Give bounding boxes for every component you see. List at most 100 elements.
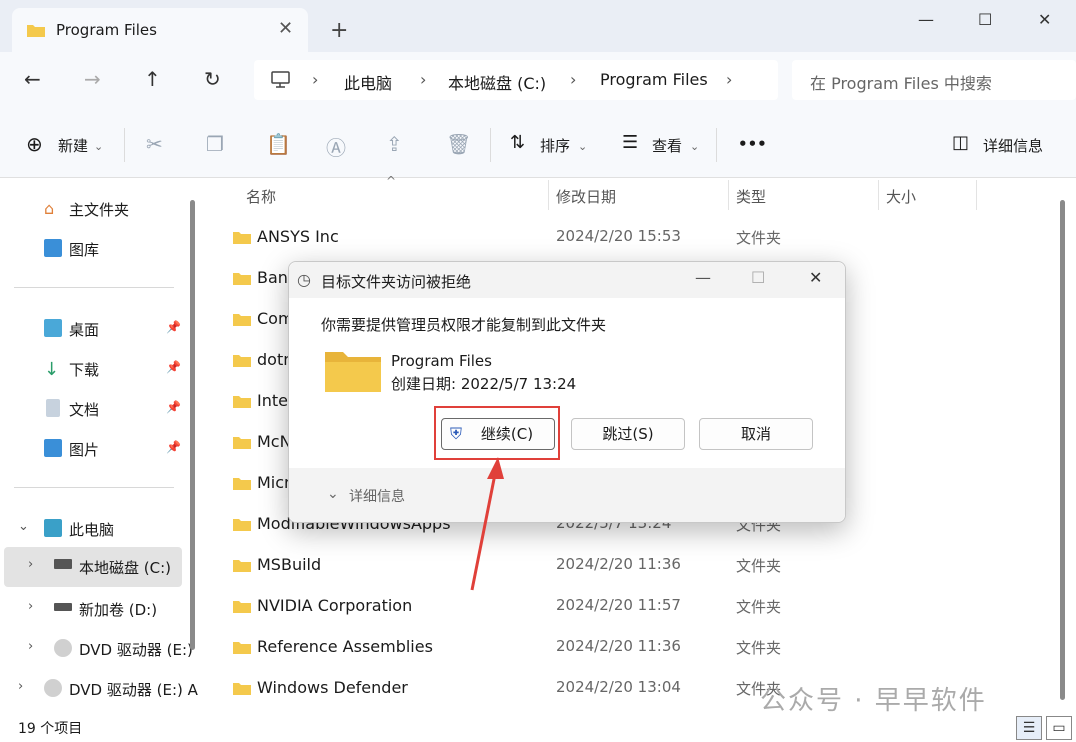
folder-icon (233, 232, 251, 244)
share-icon[interactable]: ⇪ (386, 132, 403, 156)
tab-title: Program Files (56, 21, 157, 39)
breadcrumb-program-files[interactable]: Program Files (600, 70, 708, 89)
table-row[interactable]: NVIDIA Corporation 2024/2/20 11:57 文件夹 (206, 586, 1046, 626)
new-button[interactable]: 新建 (58, 135, 88, 156)
chevron-right-icon[interactable]: › (28, 599, 33, 614)
file-list-scrollbar[interactable] (1060, 200, 1065, 700)
file-date: 2024/2/20 15:53 (556, 227, 681, 245)
up-icon[interactable]: ↑ (144, 67, 161, 91)
item-count: 19 个项目 (18, 721, 83, 737)
chevron-right-icon[interactable]: › (726, 70, 732, 89)
new-tab-button[interactable]: + (330, 18, 348, 43)
sort-button[interactable]: 排序 (540, 135, 570, 156)
pin-icon[interactable]: 📌 (166, 400, 181, 414)
sidebar-item-home[interactable]: ⌂ 主文件夹 (0, 191, 186, 227)
skip-button[interactable]: 跳过(S) (571, 418, 685, 450)
pin-icon[interactable]: 📌 (166, 360, 181, 374)
details-toggle[interactable]: 详细信息 (349, 486, 405, 506)
home-icon: ⌂ (44, 199, 55, 218)
chevron-right-icon[interactable]: › (28, 557, 33, 572)
table-row[interactable]: MSBuild 2024/2/20 11:36 文件夹 (206, 545, 1046, 585)
sidebar-item-documents[interactable]: 文档 📌 (0, 391, 186, 427)
cut-icon[interactable]: ✂ (146, 132, 163, 156)
divider (124, 128, 125, 162)
pin-icon[interactable]: 📌 (166, 440, 181, 454)
column-header-size[interactable]: 大小 (886, 186, 916, 207)
highlight-box (434, 406, 560, 460)
column-divider[interactable] (976, 180, 977, 210)
sidebar-item-desktop[interactable]: 桌面 📌 (0, 311, 186, 347)
column-divider[interactable] (878, 180, 879, 210)
file-name: Reference Assemblies (257, 637, 433, 656)
view-button[interactable]: 查看 (652, 135, 682, 156)
new-icon[interactable]: ⊕ (26, 132, 43, 156)
sidebar-item-local-disk[interactable]: › 本地磁盘 (C:) (4, 547, 182, 587)
details-button[interactable]: 详细信息 (983, 135, 1043, 156)
command-bar: ⊕ 新建 ⌄ ✂ ❐ 📋 Ⓐ ⇪ 🗑 ⇅ 排序 ⌄ ☰ 查看 ⌄ ••• ◫ 详… (0, 110, 1076, 178)
address-bar[interactable]: › 此电脑 › 本地磁盘 (C:) › Program Files › (254, 60, 778, 100)
sidebar-item-dvd-drive[interactable]: › DVD 驱动器 (E:) (0, 631, 193, 667)
breadcrumb-this-pc[interactable]: 此电脑 (344, 70, 392, 94)
sidebar-item-label: DVD 驱动器 (E:) A (69, 681, 198, 699)
column-divider[interactable] (548, 180, 549, 210)
sidebar-item-gallery[interactable]: 图库 (0, 231, 186, 267)
rename-icon[interactable]: Ⓐ (326, 132, 346, 161)
dialog-header: ◷ 目标文件夹访问被拒绝 — ☐ ✕ (289, 262, 845, 298)
minimize-icon[interactable]: — (695, 268, 711, 287)
maximize-button[interactable]: ☐ (978, 10, 992, 29)
chevron-down-icon[interactable]: ⌄ (18, 519, 29, 534)
maximize-icon[interactable]: ☐ (751, 268, 765, 287)
table-row[interactable]: Reference Assemblies 2024/2/20 11:36 文件夹 (206, 627, 1046, 667)
sort-icon[interactable]: ⇅ (510, 132, 525, 153)
paste-icon[interactable]: 📋 (266, 132, 291, 156)
tab-program-files[interactable]: Program Files ✕ (12, 8, 308, 52)
breadcrumb-local-disk[interactable]: 本地磁盘 (C:) (448, 70, 546, 94)
chevron-right-icon: › (420, 70, 427, 89)
chevron-right-icon[interactable]: › (18, 679, 23, 694)
sidebar-item-dvd-drive-2[interactable]: › DVD 驱动器 (E:) A (0, 671, 198, 707)
refresh-icon[interactable]: ↻ (204, 67, 221, 91)
details-pane-icon[interactable]: ◫ (952, 132, 969, 153)
chevron-right-icon[interactable]: › (28, 639, 33, 654)
search-input[interactable]: 在 Program Files 中搜索 (792, 60, 1076, 100)
divider (490, 128, 491, 162)
divider (14, 487, 174, 488)
column-header-name[interactable]: 名称 (246, 186, 276, 207)
pin-icon[interactable]: 📌 (166, 320, 181, 334)
details-view-icon[interactable]: ☰ (1016, 716, 1042, 740)
column-header-type[interactable]: 类型 (736, 186, 766, 207)
gallery-icon (44, 239, 62, 257)
tab-close-icon[interactable]: ✕ (278, 18, 293, 39)
sidebar-scrollbar[interactable] (190, 200, 195, 650)
clock-icon: ◷ (297, 270, 311, 289)
sidebar-item-label: 文档 (69, 401, 100, 419)
sidebar-item-label: 桌面 (69, 321, 100, 339)
column-divider[interactable] (728, 180, 729, 210)
forward-icon[interactable]: → (84, 67, 101, 91)
file-name: Windows Defender (257, 678, 408, 697)
sidebar-item-label: 图库 (69, 241, 100, 259)
table-row[interactable]: ANSYS Inc 2024/2/20 15:53 文件夹 (206, 217, 1046, 257)
thumbnails-view-icon[interactable]: ▭ (1046, 716, 1072, 740)
watermark: 公众号 · 早早软件 (760, 686, 987, 716)
close-window-button[interactable]: ✕ (1038, 10, 1051, 29)
sidebar-item-this-pc[interactable]: ⌄ 此电脑 (0, 511, 186, 547)
dialog-message: 你需要提供管理员权限才能复制到此文件夹 (321, 316, 607, 334)
chevron-down-icon[interactable]: ⌄ (327, 486, 339, 502)
copy-icon[interactable]: ❐ (206, 132, 224, 156)
minimize-button[interactable]: — (918, 10, 934, 29)
back-icon[interactable]: ← (24, 67, 41, 91)
sidebar-item-downloads[interactable]: ↓ 下载 📌 (0, 351, 186, 387)
view-icon[interactable]: ☰ (622, 132, 638, 153)
divider (14, 287, 174, 288)
column-header-date[interactable]: 修改日期 (556, 186, 616, 207)
sidebar-item-new-volume[interactable]: › 新加卷 (D:) (0, 591, 186, 627)
file-name: ANSYS Inc (257, 227, 339, 246)
sidebar-item-label: 此电脑 (69, 521, 115, 539)
dialog-close-icon[interactable]: ✕ (809, 268, 822, 287)
sidebar-item-pictures[interactable]: 图片 📌 (0, 431, 186, 467)
more-options-button[interactable]: ••• (738, 135, 767, 153)
delete-icon[interactable]: 🗑 (446, 132, 471, 156)
cancel-button[interactable]: 取消 (699, 418, 813, 450)
document-icon (46, 399, 60, 417)
